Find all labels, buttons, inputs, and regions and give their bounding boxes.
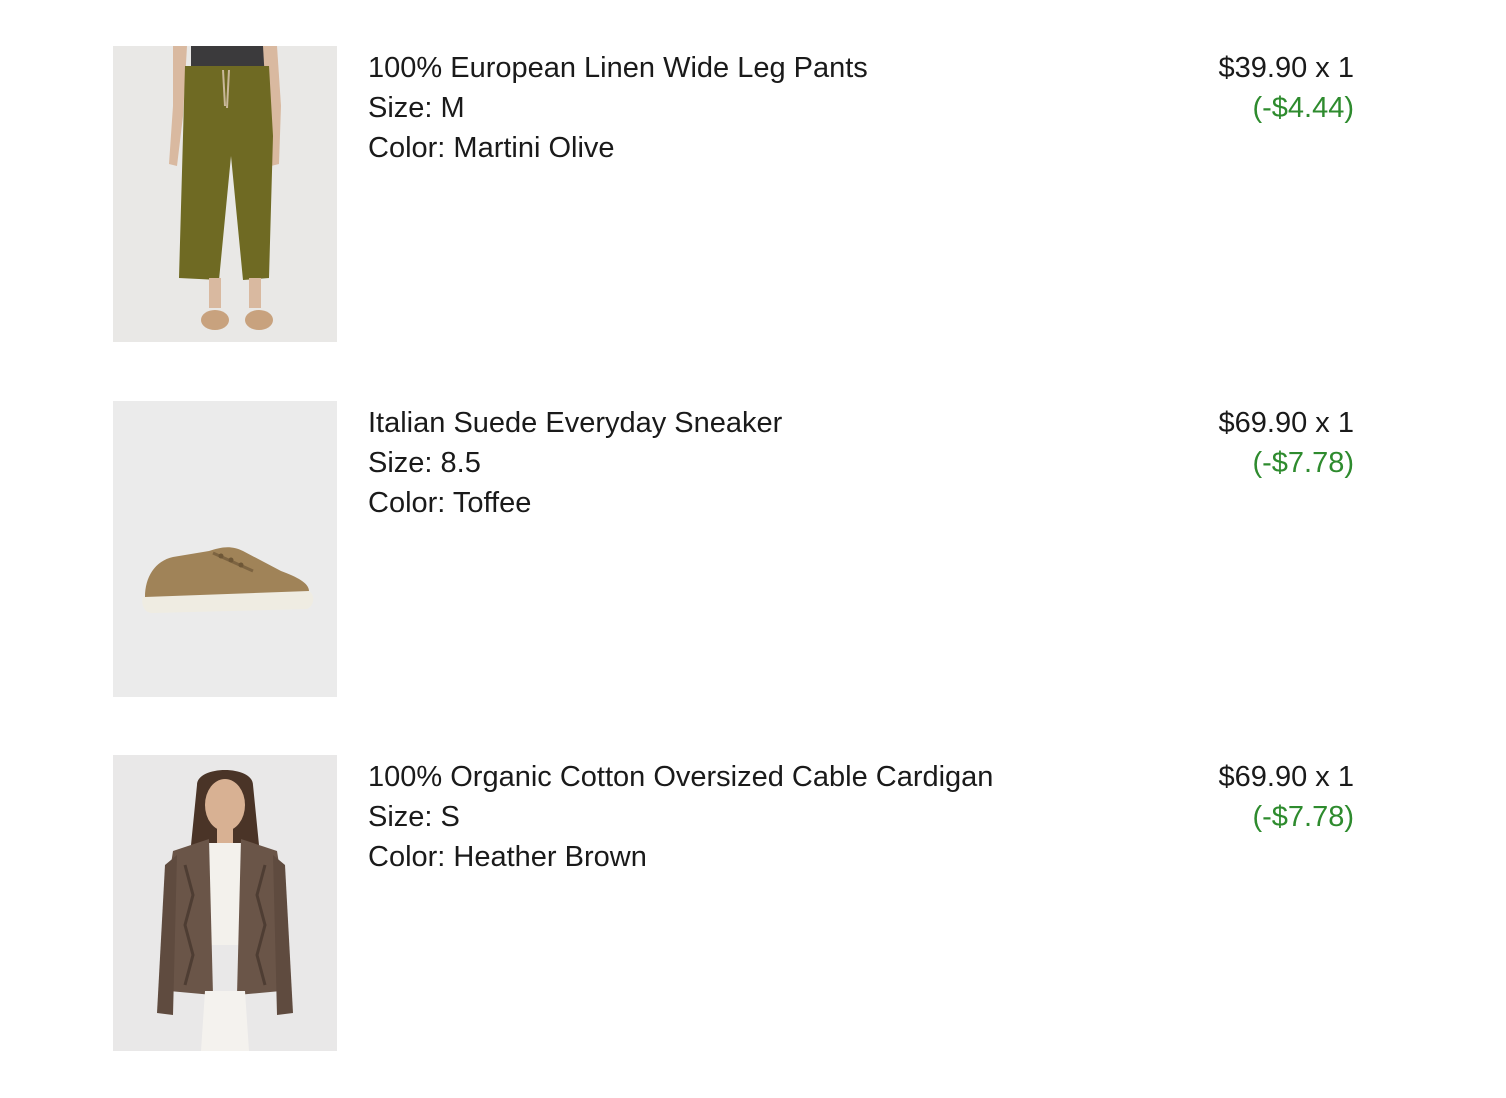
product-size: Size: 8.5 (368, 447, 481, 479)
item-pricing: $39.90 x 1 (-$4.44) (1094, 48, 1354, 128)
price-quantity: $69.90 x 1 (1218, 407, 1354, 439)
product-image-cable-cardigan[interactable] (113, 755, 337, 1051)
suede-sneaker-photo (113, 401, 337, 697)
order-items-list: 100% European Linen Wide Leg Pants Size:… (0, 0, 1506, 1098)
item-pricing: $69.90 x 1 (-$7.78) (1094, 757, 1354, 837)
product-image-suede-sneaker[interactable] (113, 401, 337, 697)
order-item: 100% European Linen Wide Leg Pants Size:… (0, 46, 1506, 342)
discount-amount: (-$4.44) (1252, 92, 1354, 124)
item-details: 100% European Linen Wide Leg Pants Size:… (368, 48, 1148, 168)
linen-pants-photo (113, 46, 337, 342)
product-name[interactable]: 100% Organic Cotton Oversized Cable Card… (368, 757, 1148, 797)
product-color: Color: Heather Brown (368, 841, 647, 873)
product-name[interactable]: 100% European Linen Wide Leg Pants (368, 48, 1148, 88)
product-color: Color: Martini Olive (368, 132, 615, 164)
item-details: 100% Organic Cotton Oversized Cable Card… (368, 757, 1148, 877)
product-image-linen-pants[interactable] (113, 46, 337, 342)
product-size: Size: M (368, 92, 465, 124)
price-quantity: $39.90 x 1 (1218, 52, 1354, 84)
product-name[interactable]: Italian Suede Everyday Sneaker (368, 403, 1148, 443)
order-item: 100% Organic Cotton Oversized Cable Card… (0, 755, 1506, 1051)
price-quantity: $69.90 x 1 (1218, 761, 1354, 793)
discount-amount: (-$7.78) (1252, 447, 1354, 479)
cable-cardigan-photo (113, 755, 337, 1051)
item-details: Italian Suede Everyday Sneaker Size: 8.5… (368, 403, 1148, 523)
product-size: Size: S (368, 801, 460, 833)
product-color: Color: Toffee (368, 487, 532, 519)
item-pricing: $69.90 x 1 (-$7.78) (1094, 403, 1354, 483)
discount-amount: (-$7.78) (1252, 801, 1354, 833)
order-item: Italian Suede Everyday Sneaker Size: 8.5… (0, 401, 1506, 697)
